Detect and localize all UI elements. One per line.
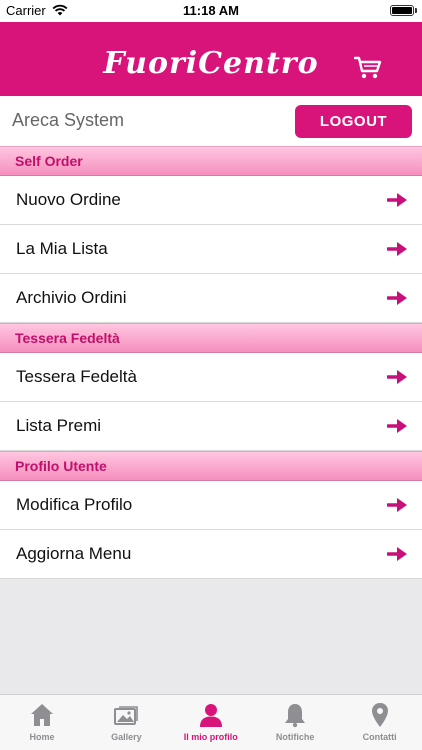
menu-item-label: Tessera Fedeltà <box>16 367 137 386</box>
arrow-right-icon <box>386 240 409 258</box>
tab-bar: Home Gallery Il mio profilo Notifiche Contat… <box>0 694 422 750</box>
status-bar: Carrier 11:18 AM <box>0 0 422 22</box>
menu-item-label: Aggiorna Menu <box>16 544 132 563</box>
tab-label: Gallery <box>111 732 142 742</box>
arrow-right-icon <box>386 545 409 563</box>
menu-item[interactable]: Archivio Ordini <box>0 274 422 323</box>
arrow-right-icon <box>386 368 409 386</box>
app-header: FuoriCentro <box>0 22 422 96</box>
menu-item-label: La Mia Lista <box>16 239 108 258</box>
tab-home[interactable]: Home <box>0 695 84 750</box>
status-time: 11:18 AM <box>183 3 239 18</box>
menu-item[interactable]: Aggiorna Menu <box>0 530 422 579</box>
battery-icon <box>390 5 414 16</box>
menu-item[interactable]: Lista Premi <box>0 402 422 451</box>
menu-item[interactable]: Modifica Profilo <box>0 481 422 530</box>
menu-item-label: Nuovo Ordine <box>16 190 121 209</box>
menu-item[interactable]: La Mia Lista <box>0 225 422 274</box>
menu-item[interactable]: Tessera Fedeltà <box>0 353 422 402</box>
arrow-right-icon <box>386 417 409 435</box>
section-header: Profilo Utente <box>0 451 422 481</box>
tab-gallery[interactable]: Gallery <box>84 695 168 750</box>
section-header: Tessera Fedeltà <box>0 323 422 353</box>
section-header: Self Order <box>0 146 422 176</box>
tab-label: Notifiche <box>275 732 315 742</box>
username-label: Areca System <box>12 110 125 130</box>
menu-item-label: Archivio Ordini <box>16 288 127 307</box>
tab-bell[interactable]: Notifiche <box>253 695 337 750</box>
arrow-right-icon <box>386 191 409 209</box>
cart-icon[interactable] <box>354 56 382 80</box>
tab-label: Il mio profilo <box>183 732 238 742</box>
menu-item[interactable]: Nuovo Ordine <box>0 176 422 225</box>
arrow-right-icon <box>386 496 409 514</box>
tab-profile[interactable]: Il mio profilo <box>169 695 253 750</box>
user-bar: Areca System LOGOUT <box>0 96 422 146</box>
tab-label: Contatti <box>362 732 397 742</box>
battery-tip <box>415 8 417 13</box>
tab-label: Home <box>29 732 55 742</box>
tab-location-pin[interactable]: Contatti <box>338 695 422 750</box>
profile-menu: Self Order Nuovo Ordine La Mia Lista Archiv… <box>0 146 422 579</box>
menu-item-label: Lista Premi <box>16 416 102 435</box>
menu-item-label: Modifica Profilo <box>16 495 133 514</box>
logout-button[interactable]: LOGOUT <box>295 105 412 138</box>
arrow-right-icon <box>386 289 409 307</box>
